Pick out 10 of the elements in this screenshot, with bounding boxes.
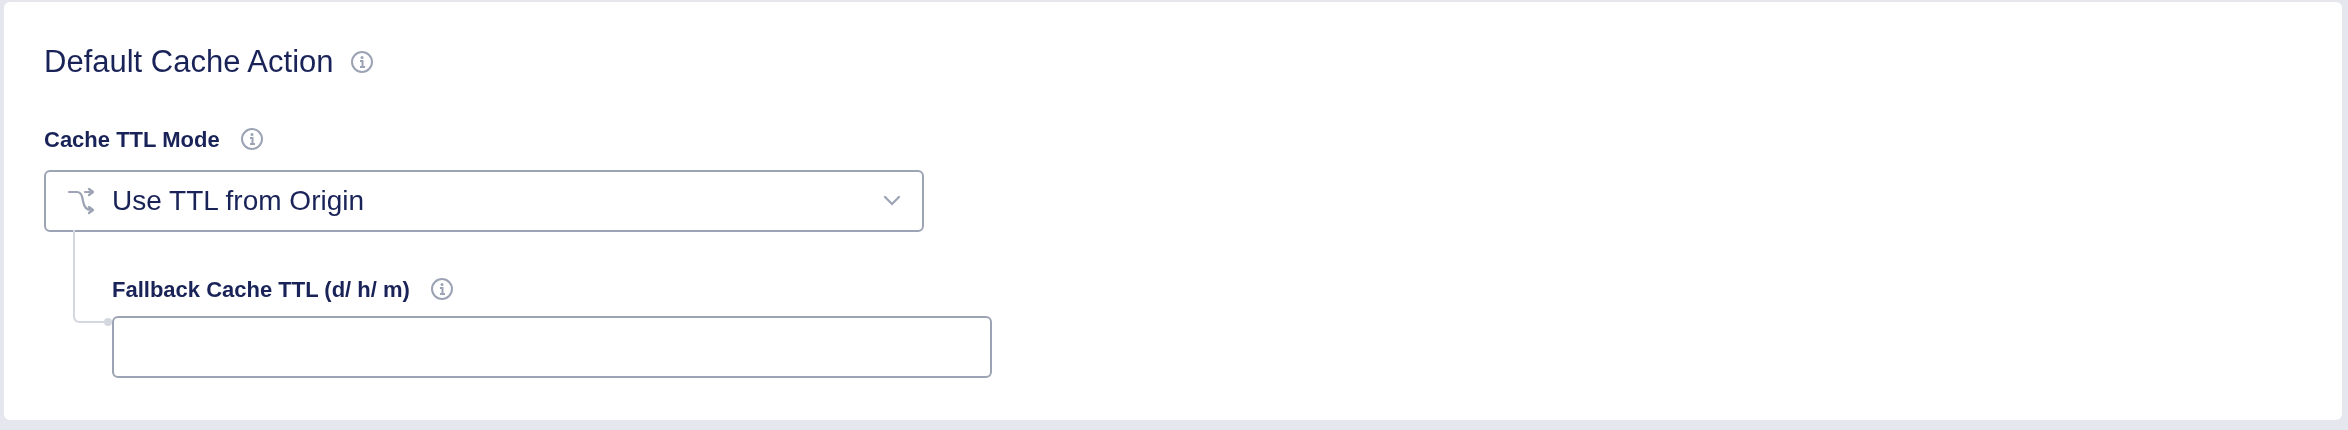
field-label: Fallback Cache TTL (d/ h/ m) bbox=[112, 275, 410, 304]
info-icon bbox=[349, 50, 374, 74]
info-icon bbox=[239, 127, 264, 151]
route-icon bbox=[66, 186, 96, 216]
field-label: Cache TTL Mode bbox=[44, 125, 220, 154]
info-icon bbox=[429, 277, 454, 301]
chevron-down-icon bbox=[882, 195, 902, 207]
mode-dropdown[interactable]: Use TTL from Origin bbox=[44, 170, 924, 232]
ttl-input-field[interactable] bbox=[112, 316, 992, 378]
section-title: Default Cache Action bbox=[44, 42, 334, 81]
